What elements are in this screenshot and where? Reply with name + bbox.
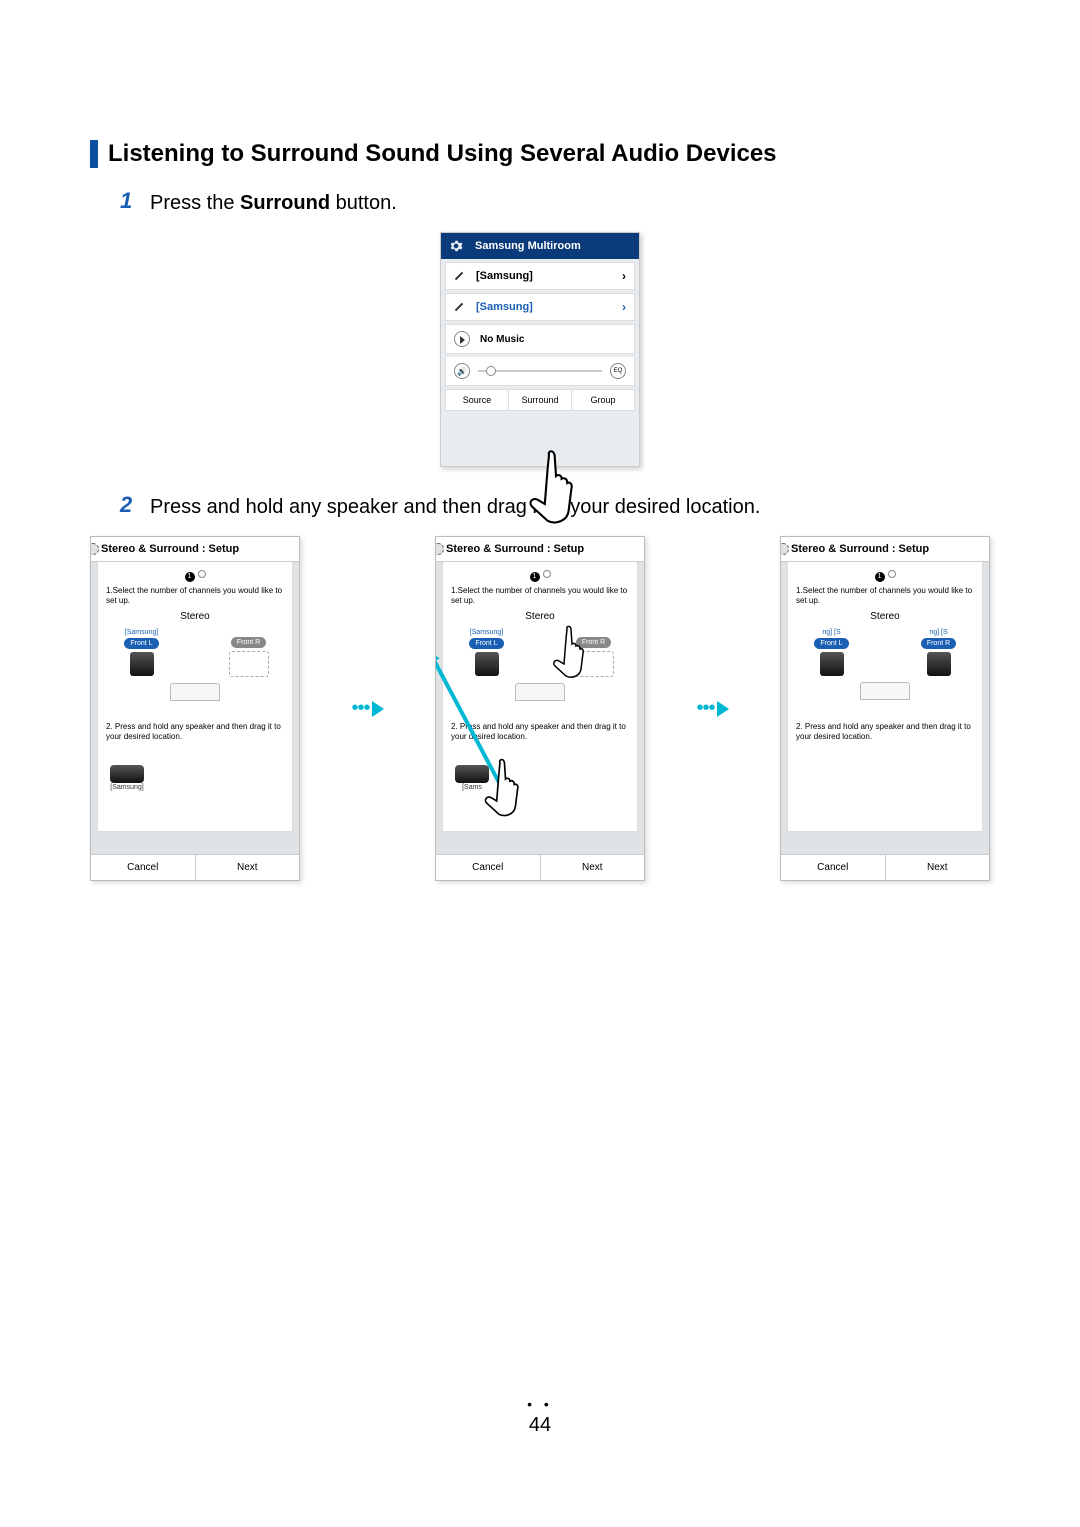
front-l-pill: Front L (124, 638, 158, 649)
cancel-button[interactable]: Cancel (91, 855, 196, 880)
empty-slot-icon (229, 651, 269, 677)
step-text: Press and hold any speaker and then drag… (150, 492, 760, 521)
channel-slots: [Samsung] Front L Front R (106, 628, 284, 677)
slot-label: [Samsung] (114, 628, 169, 637)
panel-title: Stereo & Surround : Setup (781, 537, 989, 562)
couch-icon (515, 683, 565, 701)
bottom-button-row: Source Surround Group (445, 389, 635, 411)
channel-slots: ng] [S Front L ng] [S Front R (796, 628, 974, 676)
next-button[interactable]: Next (541, 855, 645, 880)
couch-icon (170, 683, 220, 701)
pencil-icon (454, 301, 466, 313)
gear-icon (449, 239, 463, 253)
couch-icon (860, 682, 910, 700)
instruction-1: 1.Select the number of channels you woul… (106, 586, 284, 607)
speaker-label: [Samsung] (110, 783, 144, 792)
front-r-slot[interactable]: Front R (221, 628, 276, 677)
app-title: Samsung Multiroom (475, 240, 581, 252)
now-playing-row: No Music (445, 324, 635, 354)
panel-title: Stereo & Surround : Setup (436, 537, 644, 562)
play-icon[interactable] (454, 331, 470, 347)
speaker-icon (820, 652, 844, 676)
step-number: 2 (120, 492, 150, 518)
next-button[interactable]: Next (196, 855, 300, 880)
slot-label: ng] [S (911, 628, 966, 637)
stereo-label: Stereo (451, 610, 629, 623)
page-number-value: 44 (0, 1414, 1080, 1437)
panel-body: 1 1.Select the number of channels you wo… (442, 562, 638, 832)
volume-slider[interactable] (478, 370, 602, 372)
speaker-icon (927, 652, 951, 676)
front-l-pill: Front L (814, 638, 848, 649)
surround-button[interactable]: Surround (509, 390, 572, 410)
slot-label: ng] [S (804, 628, 859, 637)
instruction-1: 1.Select the number of channels you woul… (451, 586, 629, 607)
setup-panels-row: Stereo & Surround : Setup 1 1.Select the… (90, 536, 990, 881)
section-title: Listening to Surround Sound Using Severa… (90, 140, 990, 168)
chevron-right-icon: › (622, 300, 626, 314)
page-indicator: 1 (796, 570, 974, 582)
touch-hand-icon (547, 624, 597, 684)
panel-footer: Cancel Next (91, 854, 299, 880)
speaker-name: [Samsung] (476, 301, 533, 313)
panel-footer: Cancel Next (436, 854, 644, 880)
page-indicator: 1 (451, 570, 629, 582)
eq-button[interactable]: EQ (610, 363, 626, 379)
front-l-pill: Front L (469, 638, 503, 649)
speaker-name: [Samsung] (476, 270, 533, 282)
stereo-label: Stereo (106, 610, 284, 623)
page-indicator: 1 (106, 570, 284, 582)
front-l-slot[interactable]: ng] [S Front L (804, 628, 859, 676)
step-1-text-c: button. (330, 192, 397, 214)
step-text: Press the Surround button. (150, 188, 397, 217)
page-dots-icon: • • (0, 1396, 1080, 1412)
panel-body: 1 1.Select the number of channels you wo… (787, 562, 983, 832)
step-1-text-a: Press the (150, 192, 240, 214)
page-number: • • 44 (0, 1396, 1080, 1437)
no-music-label: No Music (480, 334, 524, 345)
available-speaker[interactable]: [Samsung] (110, 762, 144, 792)
front-r-slot[interactable]: ng] [S Front R (911, 628, 966, 676)
pencil-icon (454, 270, 466, 282)
multiroom-app-screenshot: Samsung Multiroom [Samsung] › [Samsung] … (440, 232, 640, 467)
slot-label: [Samsung] (459, 628, 514, 637)
surround-word: Surround (240, 192, 330, 214)
step-2: 2 Press and hold any speaker and then dr… (120, 492, 990, 521)
panel-footer: Cancel Next (781, 854, 989, 880)
speaker-icon (475, 652, 499, 676)
front-l-slot[interactable]: [Samsung] Front L (114, 628, 169, 677)
speaker-row-1[interactable]: [Samsung] › (445, 262, 635, 290)
app-header: Samsung Multiroom (441, 233, 639, 259)
drag-hand-icon (478, 757, 533, 823)
arrow-icon: ••• (343, 697, 393, 720)
step-1: 1 Press the Surround button. (120, 188, 990, 217)
chevron-right-icon: › (622, 269, 626, 283)
instruction-2: 2. Press and hold any speaker and then d… (796, 722, 974, 741)
source-button[interactable]: Source (446, 390, 509, 410)
instruction-1: 1.Select the number of channels you woul… (796, 586, 974, 607)
next-button[interactable]: Next (886, 855, 990, 880)
volume-row: 🔊 EQ (445, 357, 635, 386)
front-r-pill: Front R (921, 638, 956, 649)
cancel-button[interactable]: Cancel (436, 855, 541, 880)
stereo-label: Stereo (796, 610, 974, 623)
instruction-2: 2. Press and hold any speaker and then d… (106, 722, 284, 741)
panel-body: 1 1.Select the number of channels you wo… (97, 562, 293, 832)
volume-icon[interactable]: 🔊 (454, 363, 470, 379)
front-r-pill: Front R (231, 637, 266, 648)
speaker-icon (110, 765, 144, 783)
setup-panel-1: Stereo & Surround : Setup 1 1.Select the… (90, 536, 300, 881)
setup-panel-3: Stereo & Surround : Setup 1 1.Select the… (780, 536, 990, 881)
cancel-button[interactable]: Cancel (781, 855, 886, 880)
group-button[interactable]: Group (572, 390, 634, 410)
speaker-icon (130, 652, 154, 676)
panel-title: Stereo & Surround : Setup (91, 537, 299, 562)
speaker-row-2[interactable]: [Samsung] › (445, 293, 635, 321)
front-l-slot[interactable]: [Samsung] Front L (459, 628, 514, 677)
channel-slots: [Samsung] Front L Front R (451, 628, 629, 677)
step-number: 1 (120, 188, 150, 214)
arrow-icon: ••• (688, 697, 738, 720)
setup-panel-2: Stereo & Surround : Setup 1 1.Select the… (435, 536, 645, 881)
